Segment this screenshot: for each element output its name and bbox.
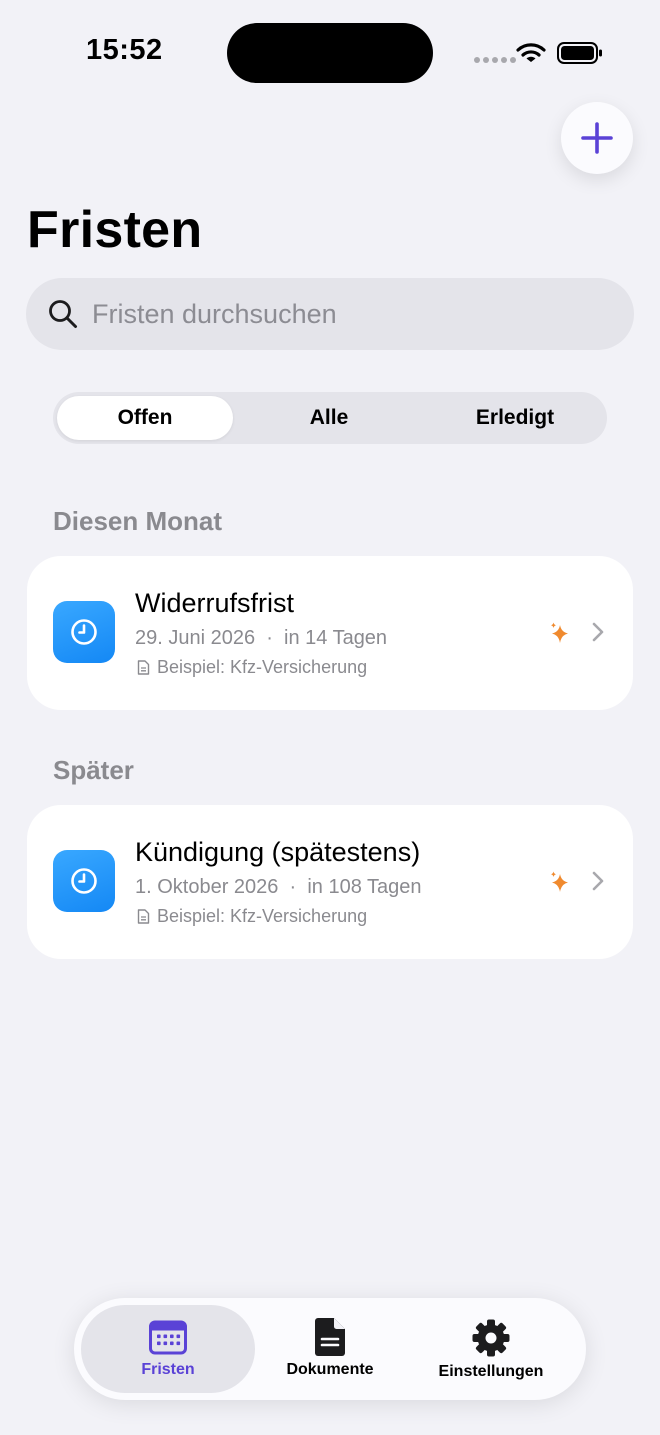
- tab-dokumente[interactable]: Dokumente: [260, 1317, 400, 1379]
- deadline-document-label: Beispiel: Kfz-Versicherung: [157, 657, 368, 677]
- deadline-type-icon: [53, 850, 115, 912]
- deadline-date: 1. Oktober 2026: [135, 876, 279, 898]
- sparkle-icon: [551, 871, 568, 892]
- deadline-document: Beispiel: Kfz-Versicherung: [137, 906, 367, 927]
- deadline-relative: in 14 Tagen: [284, 627, 388, 649]
- filter-all[interactable]: Alle: [241, 396, 417, 440]
- battery-icon: [557, 42, 602, 64]
- deadline-type-icon: [53, 601, 115, 663]
- deadline-meta: 29. Juni 2026 · in 14 Tagen: [135, 627, 388, 649]
- plus-icon: [581, 122, 613, 154]
- deadline-title: Widerrufsfrist: [135, 588, 295, 618]
- document-icon: [315, 1318, 345, 1356]
- page-title: Fristen: [27, 201, 203, 259]
- gear-icon: [472, 1319, 510, 1357]
- calendar-icon: [149, 1320, 187, 1355]
- clock-icon: [71, 868, 97, 894]
- clock-icon: [71, 619, 97, 645]
- sparkle-icon: [551, 622, 568, 643]
- filter-done-label: Erledigt: [475, 406, 555, 429]
- tab-dokumente-label: Dokumente: [286, 1361, 374, 1378]
- deadline-date: 29. Juni 2026: [135, 627, 256, 649]
- dynamic-island: [227, 23, 433, 83]
- chevron-right-icon: [592, 622, 604, 642]
- tab-einstellungen-label: Einstellungen: [438, 1363, 544, 1380]
- filter-open-label: Offen: [117, 406, 173, 429]
- tab-fristen[interactable]: Fristen: [98, 1319, 238, 1379]
- document-small-icon: [137, 909, 150, 924]
- filter-done[interactable]: Erledigt: [427, 396, 603, 440]
- filter-open[interactable]: Offen: [57, 396, 233, 440]
- deadline-title: Kündigung (spätestens): [135, 837, 421, 867]
- deadline-relative: in 108 Tagen: [307, 876, 422, 898]
- chevron-right-icon: [592, 871, 604, 891]
- tab-einstellungen[interactable]: Einstellungen: [421, 1318, 561, 1381]
- search-input[interactable]: [92, 292, 612, 336]
- status-time: 15:52: [86, 34, 163, 66]
- wifi-icon: [516, 43, 546, 62]
- add-deadline-button[interactable]: [561, 102, 633, 174]
- tab-fristen-label: Fristen: [141, 1361, 195, 1378]
- cellular-signal-icon: [474, 57, 516, 63]
- section-header-later: Später: [53, 755, 134, 785]
- deadline-document-label: Beispiel: Kfz-Versicherung: [157, 906, 368, 926]
- section-header-this-month: Diesen Monat: [53, 506, 223, 536]
- deadline-meta: 1. Oktober 2026 · in 108 Tagen: [135, 876, 422, 898]
- document-small-icon: [137, 660, 150, 675]
- deadline-document: Beispiel: Kfz-Versicherung: [137, 657, 367, 678]
- search-icon: [49, 300, 77, 328]
- filter-all-label: Alle: [309, 406, 349, 429]
